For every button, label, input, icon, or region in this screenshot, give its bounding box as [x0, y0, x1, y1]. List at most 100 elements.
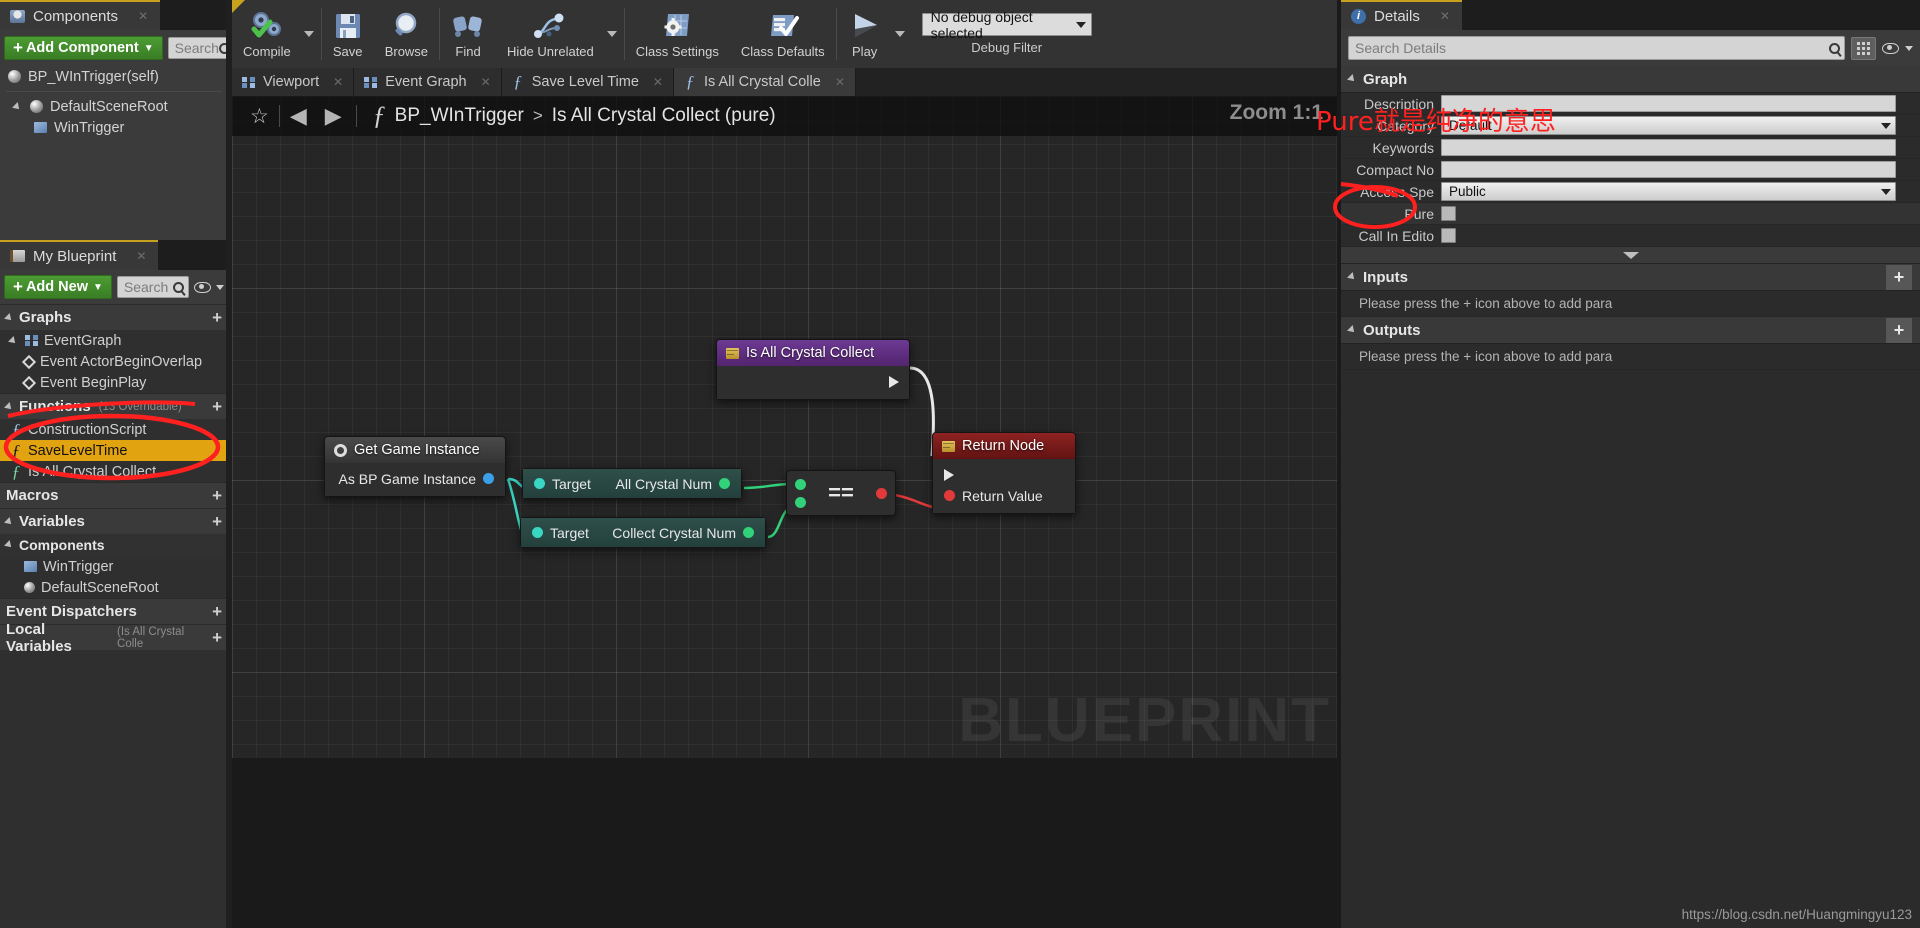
play-dropdown-caret[interactable]	[894, 31, 905, 37]
toolbar-button-browse[interactable]: Browse	[374, 0, 439, 68]
node-collect-crystal-num[interactable]: Target Collect Crystal Num	[520, 517, 766, 548]
expand-arrow-icon[interactable]	[4, 312, 14, 323]
group-header-macros[interactable]: Macros +	[0, 482, 228, 508]
add-component-button[interactable]: + Add Component ▼	[4, 36, 163, 60]
pin-return-value[interactable]: Return Value	[933, 485, 1075, 506]
tab-details[interactable]: i Details ✕	[1341, 0, 1462, 30]
tab-my-blueprint[interactable]: My Blueprint ✕	[0, 240, 159, 270]
component-tree-row-self[interactable]: BP_WInTrigger(self)	[0, 66, 228, 87]
tab-is-all-crystal-collect[interactable]: ƒ Is All Crystal Colle ✕	[673, 68, 856, 96]
tree-item-savelevel time[interactable]: ƒ SaveLevelTime	[0, 440, 228, 461]
pinrow[interactable]: Target All Crystal Num	[523, 473, 741, 494]
bool-input-pin[interactable]	[944, 490, 955, 501]
add-dispatcher-button[interactable]: +	[212, 602, 222, 622]
forward-arrow-icon[interactable]: ▶	[317, 103, 350, 129]
add-variable-button[interactable]: +	[212, 512, 222, 532]
close-icon[interactable]: ✕	[136, 249, 146, 263]
hide-unrelated-dropdown-caret[interactable]	[606, 31, 617, 37]
pinrow[interactable]: Target Collect Crystal Num	[521, 522, 765, 543]
details-search-input[interactable]: Search Details	[1348, 36, 1845, 60]
expand-arrow-icon[interactable]	[12, 101, 22, 112]
group-header-functions[interactable]: Functions (13 Overridable) +	[0, 393, 228, 419]
expand-arrow-icon[interactable]	[8, 335, 18, 346]
tree-item-event-actorbeginoverlap[interactable]: Event ActorBeginOverlap	[0, 351, 228, 372]
close-icon[interactable]: ✕	[138, 9, 148, 23]
target-input-pin[interactable]	[534, 478, 545, 489]
group-header-graphs[interactable]: Graphs +	[0, 304, 228, 330]
keywords-input[interactable]	[1441, 139, 1896, 156]
compile-dropdown-caret[interactable]	[303, 31, 314, 37]
add-graph-button[interactable]: +	[212, 308, 222, 328]
favorite-star-icon[interactable]: ☆	[242, 104, 277, 129]
close-icon[interactable]: ✕	[653, 75, 663, 89]
target-input-pin[interactable]	[532, 527, 543, 538]
back-arrow-icon[interactable]: ◀	[282, 103, 315, 129]
node-all-crystal-num[interactable]: Target All Crystal Num	[522, 468, 742, 499]
eye-icon[interactable]	[1882, 42, 1899, 54]
toolbar-button-class-defaults[interactable]: Class Defaults	[730, 0, 836, 68]
pin-as-bp-game-instance[interactable]: As BP Game Instance	[325, 468, 505, 489]
expand-arrow-icon[interactable]	[1347, 272, 1357, 282]
value-input-pin-b[interactable]	[795, 496, 806, 508]
component-tree-row-defaultsceneroot[interactable]: DefaultSceneRoot	[0, 96, 228, 117]
add-local-variable-button[interactable]: +	[212, 628, 222, 648]
value-output-pin[interactable]	[743, 527, 754, 538]
pure-checkbox[interactable]	[1441, 206, 1456, 221]
toolbar-button-class-settings[interactable]: Class Settings	[625, 0, 730, 68]
access-specifier-select[interactable]: Public	[1441, 182, 1896, 201]
object-output-pin[interactable]	[483, 473, 494, 484]
toolbar-button-hide-unrelated[interactable]: Hide Unrelated	[496, 0, 605, 68]
pin-exec-in[interactable]	[933, 464, 1075, 485]
expand-arrow-icon[interactable]	[1347, 74, 1357, 84]
tree-item-event-beginplay[interactable]: Event BeginPlay	[0, 372, 228, 393]
tab-components[interactable]: Components ✕	[0, 0, 161, 30]
exec-output-pin[interactable]	[889, 375, 899, 388]
tree-item-isallcrystalcollect[interactable]: ƒ Is All Crystal Collect	[0, 461, 228, 482]
exec-input-pin[interactable]	[944, 468, 954, 481]
advanced-expander[interactable]	[1341, 247, 1920, 264]
compact-node-title-input[interactable]	[1441, 161, 1896, 178]
add-input-button[interactable]: +	[1886, 264, 1912, 290]
group-header-components[interactable]: Components	[0, 534, 228, 556]
add-new-button[interactable]: + Add New ▼	[4, 275, 112, 299]
node-equal[interactable]: ==	[786, 470, 896, 516]
bool-output-pin[interactable]	[875, 487, 887, 499]
details-section-outputs[interactable]: Outputs +	[1341, 317, 1920, 344]
close-icon[interactable]: ✕	[481, 75, 491, 89]
add-macro-button[interactable]: +	[212, 486, 222, 506]
expand-arrow-icon[interactable]	[4, 401, 14, 412]
eye-icon[interactable]	[194, 281, 211, 293]
chevron-down-icon[interactable]	[1905, 45, 1913, 51]
details-section-inputs[interactable]: Inputs +	[1341, 264, 1920, 291]
node-return[interactable]: Return Node Return Value	[932, 432, 1076, 514]
add-output-button[interactable]: +	[1886, 317, 1912, 343]
toolbar-button-compile[interactable]: Compile	[232, 0, 302, 68]
details-section-graph[interactable]: Graph	[1341, 66, 1920, 93]
close-icon[interactable]: ✕	[1440, 9, 1450, 23]
call-in-editor-checkbox[interactable]	[1441, 228, 1456, 243]
expand-arrow-icon[interactable]	[1347, 325, 1357, 335]
group-header-variables[interactable]: Variables +	[0, 508, 228, 534]
breadcrumb-segment-function[interactable]: Is All Crystal Collect (pure)	[552, 105, 776, 127]
tree-item-eventgraph[interactable]: EventGraph	[0, 330, 228, 351]
close-icon[interactable]: ✕	[835, 75, 845, 89]
expand-arrow-icon[interactable]	[4, 540, 14, 550]
tab-viewport[interactable]: Viewport ✕	[232, 68, 355, 96]
debug-filter-dropdown[interactable]: No debug object selected	[921, 9, 1092, 41]
add-function-button[interactable]: +	[212, 397, 222, 417]
node-is-all-crystal-collect[interactable]: Is All Crystal Collect	[716, 339, 910, 400]
value-input-pin-a[interactable]	[795, 478, 806, 490]
group-header-local-variables[interactable]: Local Variables (Is All Crystal Colle +	[0, 621, 228, 655]
toolbar-button-save[interactable]: Save	[322, 0, 374, 68]
tree-item-wintrigger[interactable]: WinTrigger	[0, 556, 228, 577]
toolbar-button-find[interactable]: Find	[440, 0, 496, 68]
tab-save-level-time[interactable]: ƒ Save Level Time ✕	[501, 68, 674, 96]
blueprint-graph-canvas[interactable]: Is All Crystal Collect Get Game Instance…	[232, 96, 1337, 758]
grid-view-button[interactable]	[1851, 36, 1876, 60]
component-tree-row-wintrigger[interactable]: WinTrigger	[0, 117, 228, 138]
tab-event-graph[interactable]: Event Graph ✕	[354, 68, 502, 96]
expand-arrow-icon[interactable]	[4, 516, 14, 527]
myblueprint-search-input[interactable]: Search	[116, 276, 189, 298]
node-get-game-instance[interactable]: Get Game Instance As BP Game Instance	[324, 436, 506, 497]
tree-item-defaultsceneroot[interactable]: DefaultSceneRoot	[0, 577, 228, 598]
